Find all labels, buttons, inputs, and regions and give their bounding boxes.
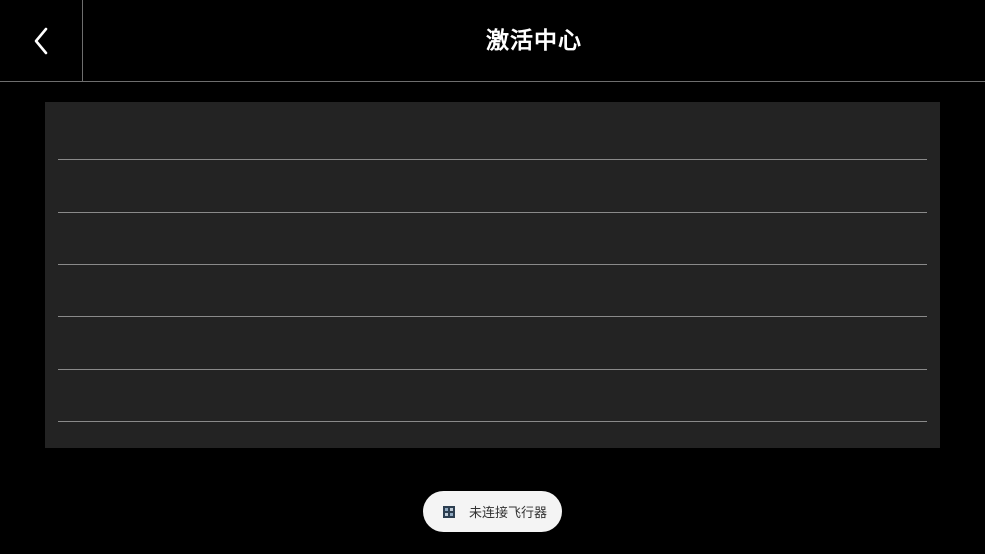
activation-list [45, 102, 940, 448]
list-item[interactable] [58, 265, 927, 317]
list-item[interactable] [58, 161, 927, 213]
chevron-left-icon [34, 27, 48, 54]
list-item[interactable] [58, 108, 927, 160]
top-bar: 激活中心 [0, 0, 985, 82]
toast-message: 未连接飞行器 [469, 506, 548, 521]
status-toast: 未连接飞行器 [423, 491, 562, 532]
list-item[interactable] [58, 318, 927, 370]
list-item[interactable] [58, 213, 927, 265]
app-icon [442, 505, 456, 519]
page-title: 激活中心 [486, 28, 582, 54]
list-item[interactable] [58, 370, 927, 422]
back-button[interactable] [0, 0, 83, 81]
